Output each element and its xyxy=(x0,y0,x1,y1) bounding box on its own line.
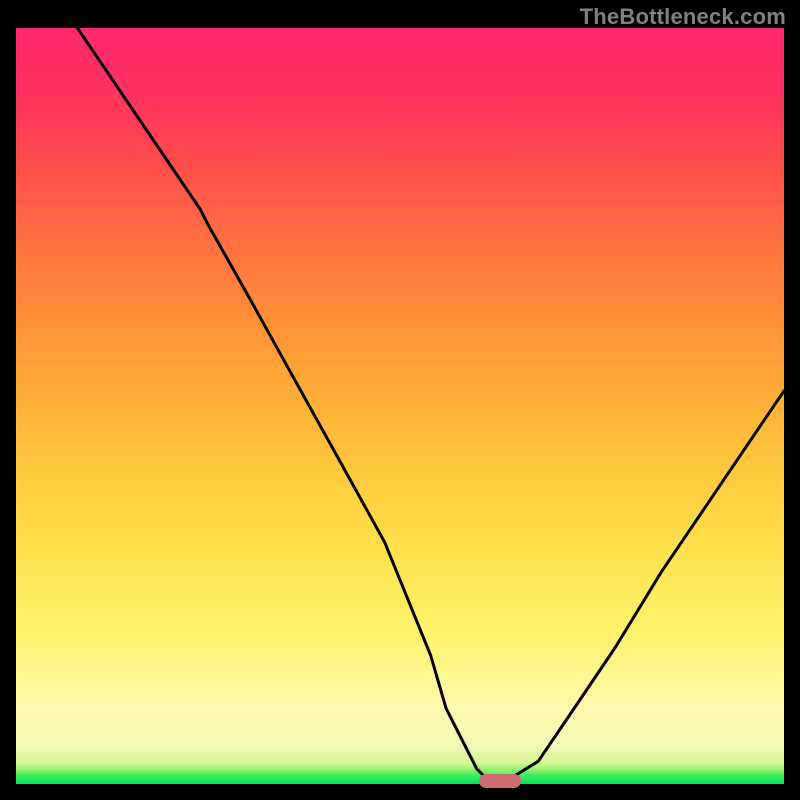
bottleneck-curve xyxy=(16,28,784,784)
optimal-point-marker xyxy=(479,774,521,788)
watermark-text: TheBottleneck.com xyxy=(580,4,786,30)
chart-frame: TheBottleneck.com xyxy=(0,0,800,800)
gradient-plot-area xyxy=(16,28,784,784)
